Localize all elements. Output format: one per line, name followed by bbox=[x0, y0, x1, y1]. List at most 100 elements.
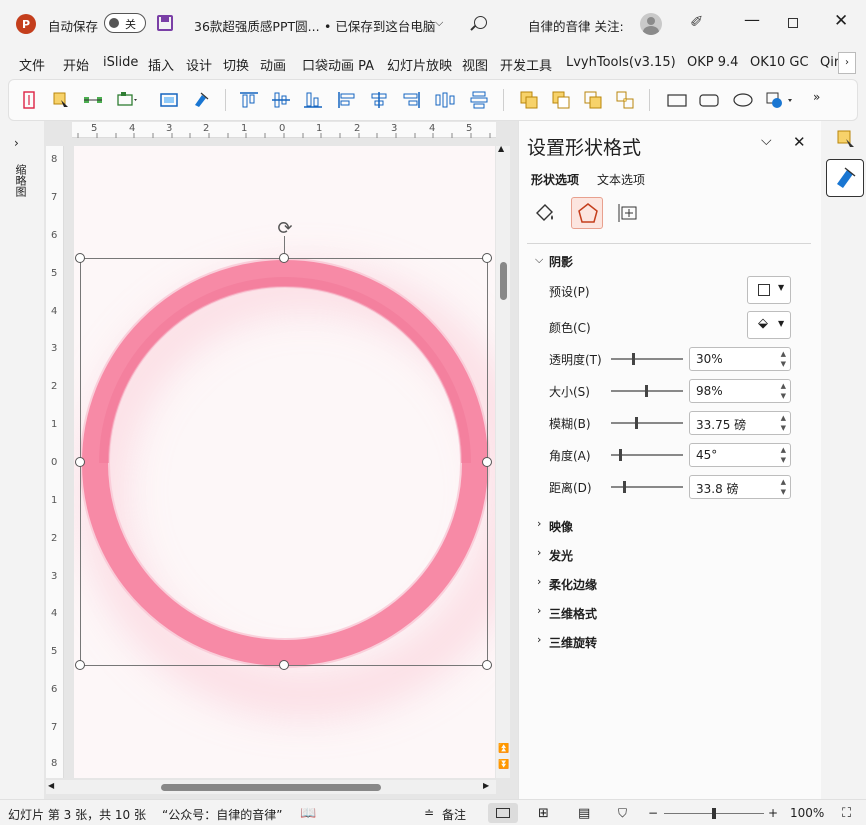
blur-input[interactable]: 33.75 磅 ▲ ▼ bbox=[689, 411, 791, 435]
scrollbar-thumb[interactable] bbox=[161, 784, 381, 791]
combine-shapes-icon[interactable] bbox=[549, 88, 573, 112]
resize-handle-nw[interactable] bbox=[75, 253, 85, 263]
align-top-icon[interactable] bbox=[237, 88, 261, 112]
distribute-vertical-icon[interactable] bbox=[467, 88, 491, 112]
close-icon[interactable]: ✕ bbox=[834, 11, 848, 31]
zoom-slider[interactable] bbox=[664, 808, 764, 819]
align-right-icon[interactable] bbox=[399, 88, 423, 112]
preset-dropdown[interactable]: ▼ bbox=[747, 276, 791, 304]
minimize-icon[interactable]: — bbox=[744, 10, 760, 29]
blur-slider[interactable] bbox=[611, 417, 683, 429]
shapes-dropdown-icon[interactable] bbox=[763, 88, 797, 112]
tab-text-options[interactable]: 文本选项 bbox=[597, 171, 645, 188]
distribute-icon[interactable] bbox=[81, 88, 105, 112]
intersect-shapes-icon[interactable] bbox=[613, 88, 637, 112]
chevron-down-icon[interactable]: ⌵ bbox=[435, 16, 443, 30]
align-bottom-icon[interactable] bbox=[301, 88, 325, 112]
fill-line-icon[interactable] bbox=[533, 201, 557, 225]
tab-view[interactable]: 视图 bbox=[462, 55, 488, 74]
notes-icon[interactable]: ≐ bbox=[424, 806, 434, 820]
tab-shape-options[interactable]: 形状选项 bbox=[531, 171, 579, 188]
effects-icon[interactable] bbox=[571, 197, 603, 229]
expand-icon[interactable]: › bbox=[537, 633, 541, 646]
spin-arrows-icon[interactable]: ▲ ▼ bbox=[781, 349, 786, 369]
slider-knob[interactable] bbox=[622, 481, 626, 493]
slider-knob[interactable] bbox=[632, 353, 635, 365]
scroll-left-icon[interactable]: ◀ bbox=[48, 781, 54, 790]
tab-home[interactable]: 开始 bbox=[63, 55, 89, 74]
glow-section[interactable]: 发光 bbox=[549, 547, 573, 564]
transparency-input[interactable]: 30% ▲ ▼ bbox=[689, 347, 791, 371]
3d-rotation-section[interactable]: 三维旋转 bbox=[549, 634, 597, 651]
autosave-toggle[interactable]: 关 bbox=[104, 13, 146, 33]
distance-slider[interactable] bbox=[611, 481, 683, 493]
next-slide-icon[interactable]: ⏬ bbox=[498, 760, 509, 770]
pane-options-icon[interactable]: ⌵ bbox=[761, 133, 772, 149]
fit-slide-icon[interactable]: ⛶ bbox=[842, 806, 851, 821]
pane-close-icon[interactable]: ✕ bbox=[793, 133, 806, 151]
save-icon[interactable] bbox=[157, 15, 173, 31]
book-icon[interactable]: 📖 bbox=[300, 806, 316, 821]
more-icon[interactable]: » bbox=[813, 90, 820, 104]
collapse-icon[interactable]: ⌵ bbox=[535, 253, 543, 267]
tab-ok10[interactable]: OK10 GC bbox=[750, 55, 809, 70]
thumbnail-label[interactable]: 缩略图 bbox=[12, 164, 28, 197]
soft-edges-section[interactable]: 柔化边缘 bbox=[549, 576, 597, 593]
pen-icon[interactable]: ✐ bbox=[690, 12, 703, 31]
tab-developer[interactable]: 开发工具 bbox=[500, 55, 552, 74]
resize-handle-ne[interactable] bbox=[482, 253, 492, 263]
scroll-right-icon[interactable]: ▶ bbox=[483, 781, 489, 790]
tab-design[interactable]: 设计 bbox=[186, 55, 212, 74]
size-slider[interactable] bbox=[611, 385, 683, 397]
rotate-handle-icon[interactable]: ⟳ bbox=[274, 218, 296, 240]
angle-slider[interactable] bbox=[611, 449, 683, 461]
spin-arrows-icon[interactable]: ▲ ▼ bbox=[781, 477, 786, 497]
tab-insert[interactable]: 插入 bbox=[148, 55, 174, 74]
horizontal-scrollbar[interactable]: ◀ ▶ bbox=[46, 780, 496, 794]
spin-arrows-icon[interactable]: ▲ ▼ bbox=[781, 381, 786, 401]
shadow-section-header[interactable]: 阴影 bbox=[549, 253, 573, 270]
expand-icon[interactable]: › bbox=[537, 517, 541, 530]
align-center-icon[interactable] bbox=[367, 88, 391, 112]
save-status[interactable]: • 已保存到这台电脑 bbox=[324, 16, 435, 35]
expand-icon[interactable]: › bbox=[537, 604, 541, 617]
size-input[interactable]: 98% ▲ ▼ bbox=[689, 379, 791, 403]
zoom-out-icon[interactable]: − bbox=[648, 806, 658, 820]
oval-icon[interactable] bbox=[731, 88, 755, 112]
resize-handle-se[interactable] bbox=[482, 660, 492, 670]
spin-arrows-icon[interactable]: ▲ ▼ bbox=[781, 445, 786, 465]
scroll-up-icon[interactable]: ▲ bbox=[498, 144, 504, 153]
slide-sorter-icon[interactable]: ⊞ bbox=[538, 806, 549, 821]
reading-view-icon[interactable]: ▤ bbox=[578, 806, 590, 821]
document-title[interactable]: 36款超强质感PPT圆... bbox=[194, 16, 320, 35]
format-pane-icon[interactable] bbox=[826, 159, 864, 197]
union-shapes-icon[interactable] bbox=[517, 88, 541, 112]
scrollbar-thumb[interactable] bbox=[500, 262, 507, 300]
slider-knob[interactable] bbox=[619, 449, 623, 461]
shape-format-icon[interactable] bbox=[836, 129, 856, 149]
slider-knob[interactable] bbox=[645, 385, 649, 397]
ribbon-scroll-right[interactable]: › bbox=[838, 52, 856, 74]
frame-icon[interactable] bbox=[157, 88, 181, 112]
transparency-slider[interactable] bbox=[611, 353, 683, 365]
tab-animations[interactable]: 动画 bbox=[260, 55, 286, 74]
slideshow-icon[interactable]: ⛉ bbox=[618, 806, 627, 821]
fragment-shapes-icon[interactable] bbox=[581, 88, 605, 112]
size-properties-icon[interactable] bbox=[617, 201, 641, 225]
resize-handle-sw[interactable] bbox=[75, 660, 85, 670]
tab-okp[interactable]: OKP 9.4 bbox=[687, 55, 738, 70]
slider-knob[interactable] bbox=[634, 417, 638, 429]
spin-arrows-icon[interactable]: ▲ ▼ bbox=[781, 413, 786, 433]
maximize-icon[interactable] bbox=[788, 18, 798, 28]
select-shape-icon[interactable] bbox=[49, 88, 73, 112]
prev-slide-icon[interactable]: ⏫ bbox=[498, 744, 509, 754]
search-icon[interactable] bbox=[470, 16, 487, 31]
zoom-in-icon[interactable]: + bbox=[768, 806, 778, 820]
avatar[interactable] bbox=[640, 13, 662, 35]
group-icon[interactable] bbox=[115, 88, 139, 112]
expand-icon[interactable]: › bbox=[537, 546, 541, 559]
rectangle-icon[interactable] bbox=[665, 88, 689, 112]
tab-transitions[interactable]: 切换 bbox=[223, 55, 249, 74]
color-dropdown[interactable]: ⬙ ▼ bbox=[747, 311, 791, 339]
resize-handle-s[interactable] bbox=[279, 660, 289, 670]
